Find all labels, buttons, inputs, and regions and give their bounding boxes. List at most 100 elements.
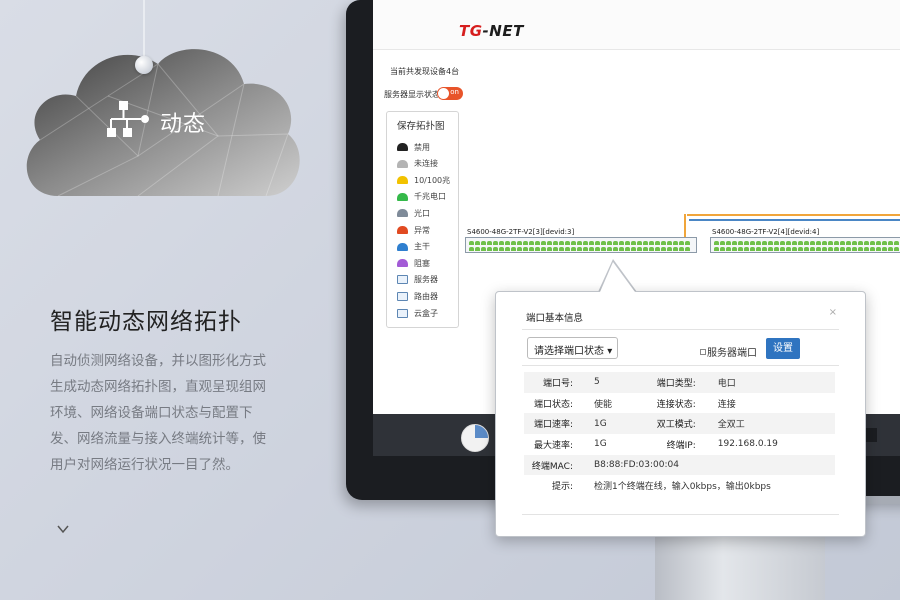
switch-port[interactable] (655, 241, 660, 245)
switch-port[interactable] (649, 247, 654, 251)
switch-port[interactable] (571, 247, 576, 251)
switch-port[interactable] (601, 247, 606, 251)
switch-port[interactable] (768, 241, 773, 245)
switch-port[interactable] (720, 247, 725, 251)
switch-port[interactable] (469, 241, 474, 245)
switch-port[interactable] (559, 247, 564, 251)
switch-port[interactable] (894, 247, 899, 251)
switch-port[interactable] (589, 241, 594, 245)
switch-port[interactable] (577, 241, 582, 245)
switch-port[interactable] (499, 247, 504, 251)
switch-port[interactable] (685, 241, 690, 245)
switch-port[interactable] (732, 241, 737, 245)
switch-port[interactable] (523, 241, 528, 245)
switch-port[interactable] (756, 247, 761, 251)
switch-port[interactable] (726, 247, 731, 251)
switch-port[interactable] (798, 247, 803, 251)
switch-port[interactable] (553, 241, 558, 245)
switch-port[interactable] (613, 241, 618, 245)
switch-port[interactable] (655, 247, 660, 251)
switch-port[interactable] (511, 241, 516, 245)
save-topology-button[interactable]: 保存拓扑图 (397, 118, 445, 132)
switch-port[interactable] (810, 241, 815, 245)
switch-port[interactable] (774, 241, 779, 245)
switch-port[interactable] (780, 247, 785, 251)
switch-port[interactable] (888, 247, 893, 251)
switch-port[interactable] (858, 247, 863, 251)
switch-port[interactable] (625, 247, 630, 251)
switch-port[interactable] (726, 241, 731, 245)
switch-port[interactable] (720, 241, 725, 245)
switch-port[interactable] (792, 241, 797, 245)
switch-port[interactable] (529, 241, 534, 245)
switch-port[interactable] (714, 241, 719, 245)
switch-port[interactable] (547, 241, 552, 245)
port-status-select[interactable]: 请选择端口状态 ▾ (527, 337, 618, 359)
switch-port[interactable] (595, 247, 600, 251)
switch-port[interactable] (661, 241, 666, 245)
switch-port[interactable] (469, 247, 474, 251)
switch-port[interactable] (607, 241, 612, 245)
switch-port[interactable] (481, 241, 486, 245)
switch-port[interactable] (505, 247, 510, 251)
switch-port[interactable] (631, 247, 636, 251)
switch-port[interactable] (595, 241, 600, 245)
switch-port[interactable] (780, 241, 785, 245)
switch-port[interactable] (822, 241, 827, 245)
switch-port[interactable] (625, 241, 630, 245)
switch-device[interactable] (465, 237, 697, 253)
switch-port[interactable] (517, 247, 522, 251)
switch-port[interactable] (750, 247, 755, 251)
server-port-checkbox[interactable]: 服务器端口 (700, 344, 757, 359)
switch-port[interactable] (816, 241, 821, 245)
switch-port[interactable] (762, 247, 767, 251)
switch-port[interactable] (649, 241, 654, 245)
switch-port[interactable] (685, 247, 690, 251)
switch-port[interactable] (846, 247, 851, 251)
switch-port[interactable] (828, 241, 833, 245)
switch-port[interactable] (643, 241, 648, 245)
switch-port[interactable] (744, 241, 749, 245)
switch-port[interactable] (637, 241, 642, 245)
switch-port[interactable] (673, 241, 678, 245)
switch-port[interactable] (870, 241, 875, 245)
switch-port[interactable] (499, 241, 504, 245)
switch-port[interactable] (792, 247, 797, 251)
switch-port[interactable] (768, 247, 773, 251)
switch-port[interactable] (786, 247, 791, 251)
switch-port[interactable] (571, 241, 576, 245)
switch-port[interactable] (589, 247, 594, 251)
switch-port[interactable] (822, 247, 827, 251)
switch-port[interactable] (750, 241, 755, 245)
switch-port[interactable] (505, 241, 510, 245)
switch-port[interactable] (613, 247, 618, 251)
switch-device[interactable] (710, 237, 900, 253)
switch-port[interactable] (846, 241, 851, 245)
switch-port[interactable] (535, 241, 540, 245)
switch-port[interactable] (714, 247, 719, 251)
switch-port[interactable] (834, 247, 839, 251)
switch-port[interactable] (679, 247, 684, 251)
switch-port[interactable] (864, 241, 869, 245)
switch-port[interactable] (870, 247, 875, 251)
switch-port[interactable] (661, 247, 666, 251)
switch-port[interactable] (876, 247, 881, 251)
switch-port[interactable] (852, 241, 857, 245)
server-display-toggle[interactable]: on (437, 87, 463, 100)
switch-port[interactable] (583, 247, 588, 251)
switch-port[interactable] (667, 241, 672, 245)
switch-port[interactable] (834, 241, 839, 245)
switch-port[interactable] (493, 241, 498, 245)
switch-port[interactable] (882, 241, 887, 245)
switch-port[interactable] (798, 241, 803, 245)
switch-port[interactable] (601, 241, 606, 245)
switch-port[interactable] (810, 247, 815, 251)
switch-port[interactable] (481, 247, 486, 251)
switch-port[interactable] (547, 247, 552, 251)
switch-port[interactable] (583, 241, 588, 245)
switch-port[interactable] (475, 247, 480, 251)
switch-port[interactable] (774, 247, 779, 251)
switch-port[interactable] (619, 241, 624, 245)
switch-port[interactable] (667, 247, 672, 251)
switch-port[interactable] (744, 247, 749, 251)
